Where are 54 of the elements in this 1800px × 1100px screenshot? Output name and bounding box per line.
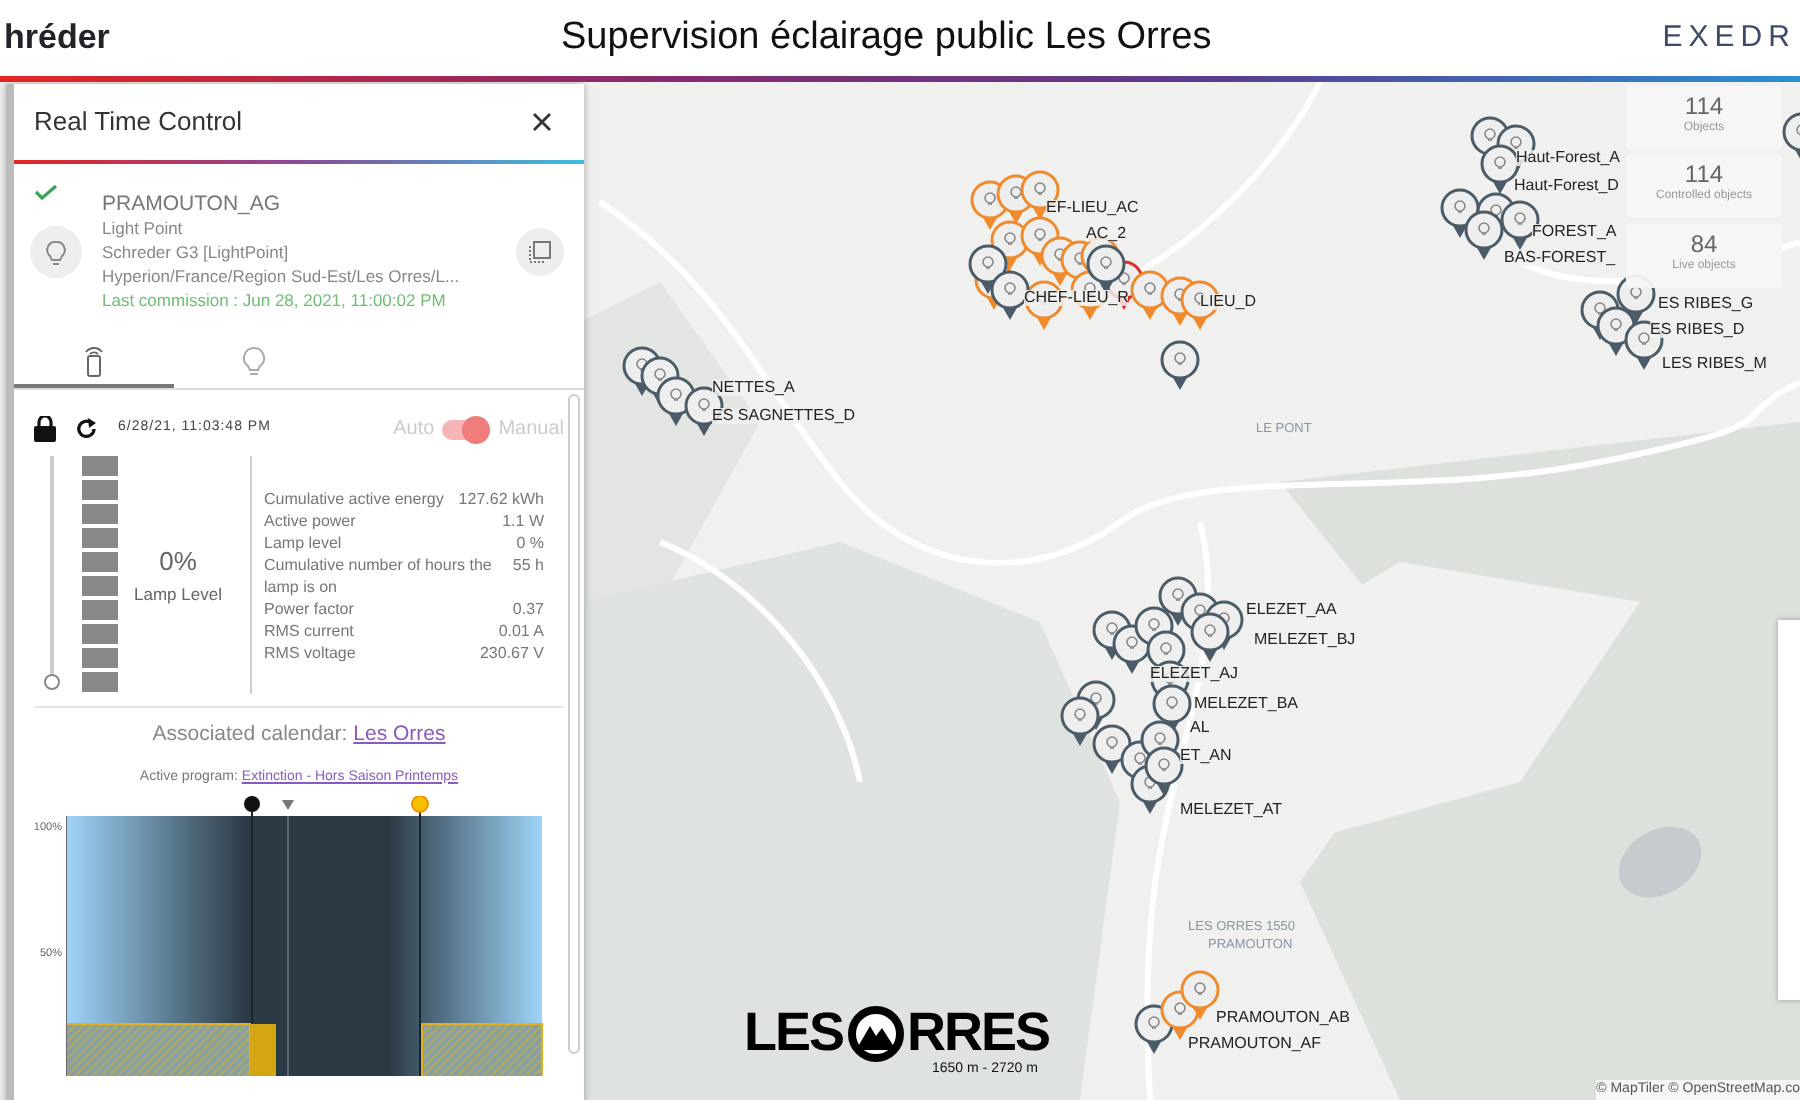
metric-value: 1.1 W: [502, 510, 544, 532]
map-label: Haut-Forest_D: [1514, 178, 1619, 194]
map-label: MELEZET_BA: [1194, 696, 1299, 712]
calendar-label: Associated calendar:: [152, 722, 348, 746]
brand-logo: hréder: [4, 16, 110, 61]
page-title: Supervision éclairage public Les Orres: [560, 13, 1212, 62]
metric-value: 0.01 A: [498, 620, 544, 642]
device-type: Light Point: [102, 216, 185, 240]
stat-value: 114: [1682, 160, 1726, 188]
map-label: AL: [1190, 720, 1210, 736]
map-label: CHEF-LIEU_R: [1024, 290, 1129, 306]
logo-text: RRES: [907, 1006, 1050, 1060]
metric-label: Cumulative number of hours the lamp is on: [264, 554, 494, 598]
commission-date: Last commission : Jun 28, 2021, 11:00:02 PM: [102, 288, 448, 312]
map-label: ES RIBES_G: [1658, 296, 1754, 312]
calendar-link[interactable]: Les Orres: [353, 722, 446, 746]
metric-label: RMS current: [264, 620, 354, 642]
map-label: PRAMOUTON_AF: [1188, 1036, 1322, 1052]
metric-label: RMS voltage: [264, 642, 356, 664]
lamp-value: 0%: [159, 544, 197, 581]
stat-value: 84: [1688, 230, 1720, 258]
map-label: LES RIBES_M: [1662, 356, 1767, 372]
map-label: PRAMOUTON_AB: [1216, 1010, 1350, 1026]
metric-label: Lamp level: [264, 532, 342, 554]
map-label: EF-LIEU_AC: [1046, 200, 1139, 216]
map-label: ET_AN: [1180, 748, 1232, 764]
metric-value: 127.62 kWh: [458, 488, 544, 510]
metric-value: 0.37: [512, 598, 544, 620]
map-label: NETTES_A: [712, 380, 795, 396]
stat-value: 114: [1682, 92, 1726, 120]
map-label: Haut-Forest_A: [1516, 150, 1621, 166]
map-label: LIEU_D: [1200, 294, 1257, 310]
device-path: Hyperion/France/Region Sud-Est/Les Orres/L...: [102, 264, 462, 288]
map-label: BAS-FOREST_: [1504, 250, 1616, 266]
map-label: AC_2: [1086, 226, 1127, 242]
map-label: MELEZET_AT: [1180, 802, 1282, 818]
map-label: ES RIBES_D: [1650, 322, 1745, 338]
metric-value: 55 h: [512, 554, 544, 578]
lamp-label: Lamp Level: [134, 581, 222, 608]
map-label: ES SAGNETTES_D: [712, 408, 856, 424]
map-label: ELEZET_AJ: [1150, 666, 1239, 682]
panel-title: Real Time Control: [34, 104, 243, 141]
map-label: FOREST_A: [1532, 224, 1617, 240]
metric-value: 230.67 V: [479, 642, 544, 664]
metric-label: Active power: [264, 510, 356, 532]
logo-text: LES: [744, 1006, 844, 1060]
metric-label: Power factor: [264, 598, 354, 620]
device-name: PRAMOUTON_AG: [102, 192, 283, 216]
brand-logo: EXEDR: [1662, 17, 1796, 58]
map-label: ELEZET_AA: [1246, 602, 1337, 618]
metric-value: 0 %: [516, 532, 544, 554]
device-model: Schreder G3 [LightPoint]: [102, 240, 291, 264]
metric-label: Cumulative active energy: [264, 488, 444, 510]
map-label: MELEZET_BJ: [1254, 632, 1356, 648]
